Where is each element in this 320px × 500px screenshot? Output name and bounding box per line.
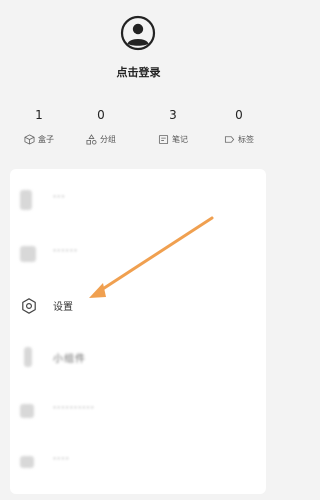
note-icon	[158, 134, 169, 144]
profile-page: 点击登录 1 盒子 0 分组 3 笔记 0 标签 ··· ······ 设置 小…	[0, 0, 277, 500]
blurred-icon	[20, 456, 34, 468]
menu-item-6[interactable]: ····	[10, 435, 266, 489]
stat-count: 0	[235, 108, 243, 122]
blurred-icon	[20, 404, 34, 418]
stat-label: 盒子	[38, 134, 54, 144]
menu-item-5[interactable]: ··········	[10, 384, 266, 438]
blurred-icon	[20, 246, 36, 262]
stat-label: 标签	[238, 134, 254, 144]
menu-item-settings[interactable]: 设置	[10, 279, 266, 333]
stat-groups[interactable]: 0 分组	[66, 106, 136, 152]
user-avatar-icon[interactable]	[120, 15, 156, 51]
menu-item-label: ···	[53, 192, 66, 203]
blurred-icon	[24, 347, 32, 367]
menu-card: ··· ······ 设置 小组件 ·········· ····	[10, 169, 266, 494]
stat-label: 笔记	[172, 134, 188, 144]
stat-notes[interactable]: 3 笔记	[138, 106, 208, 152]
menu-item-label: 设置	[53, 302, 73, 313]
tag-icon	[224, 135, 235, 143]
stats-row: 1 盒子 0 分组 3 笔记 0 标签	[0, 106, 277, 152]
stat-boxes[interactable]: 1 盒子	[4, 106, 74, 152]
menu-item-1[interactable]: ···	[10, 173, 266, 227]
menu-item-label: ··········	[53, 403, 95, 414]
menu-item-label: ····	[53, 454, 70, 465]
stat-tags[interactable]: 0 标签	[204, 106, 274, 152]
menu-item-label: 小组件	[53, 354, 86, 365]
menu-item-4[interactable]: 小组件	[10, 331, 266, 385]
blurred-icon	[20, 190, 32, 210]
stat-label: 分组	[100, 134, 116, 144]
menu-item-2[interactable]: ······	[10, 227, 266, 281]
settings-icon	[22, 298, 36, 314]
menu-item-label: ······	[53, 246, 79, 257]
login-link[interactable]: 点击登录	[0, 64, 277, 80]
stat-count: 3	[169, 108, 177, 122]
box-icon	[24, 133, 35, 145]
stat-count: 0	[97, 108, 105, 122]
group-icon	[86, 133, 97, 144]
stat-count: 1	[35, 108, 43, 122]
